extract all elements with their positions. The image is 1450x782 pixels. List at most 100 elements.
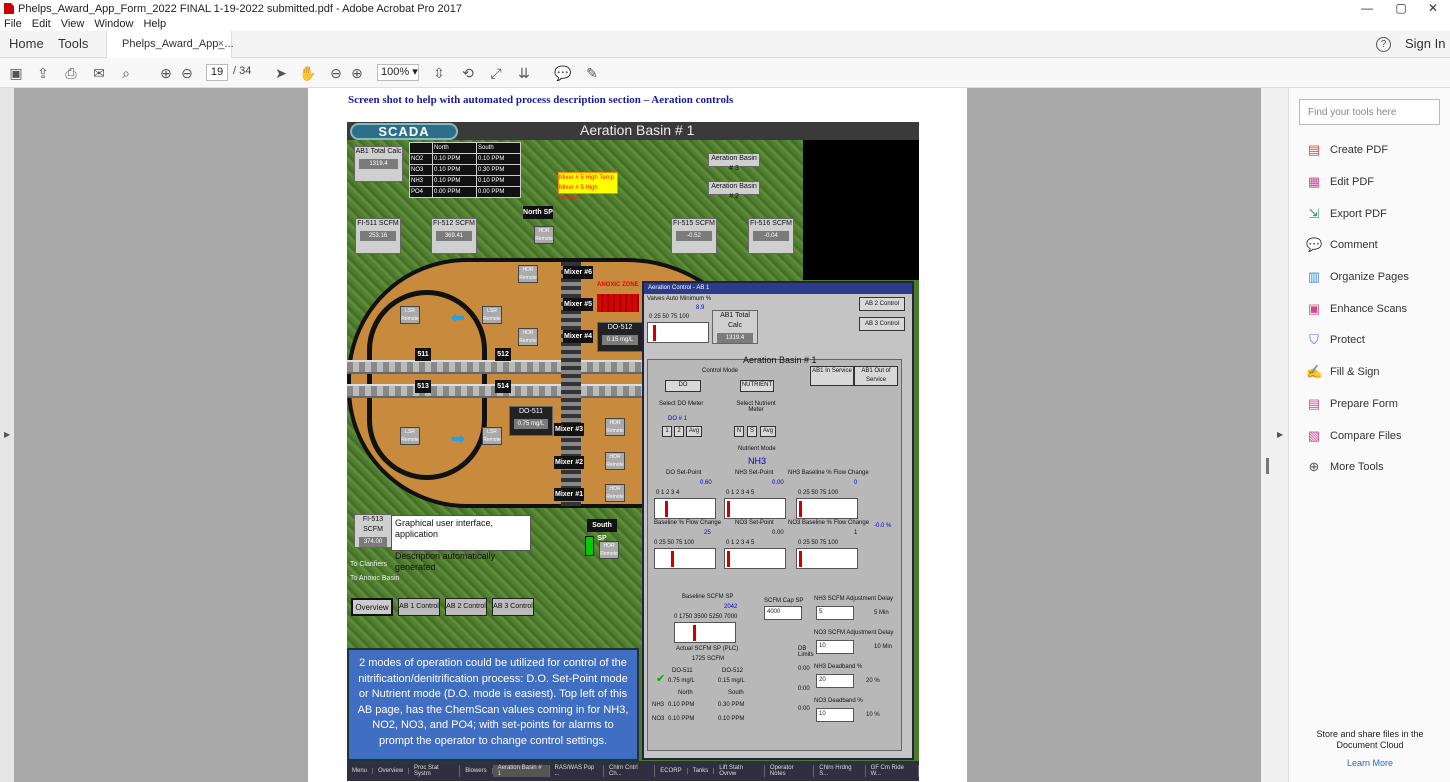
fit-page-icon[interactable]: ⇳ [430,64,448,82]
hor-remote-north[interactable]: HOR Remote [534,226,554,244]
prev-page-icon[interactable]: ⊕ [157,64,175,82]
hor-remote-1[interactable]: HOR Remote [518,265,538,283]
nut-meter-avg[interactable]: Avg [760,426,776,437]
help-icon[interactable]: ? [1376,37,1391,52]
basin3-button[interactable]: Aeration Basin # 3 [708,153,760,172]
tab-tools[interactable]: Tools [58,31,88,57]
out-service-button[interactable]: AB1 Out of Service [854,366,898,386]
mixer-3-label[interactable]: Mixer #3 [554,423,584,436]
document-area[interactable]: Screen shot to help with automated proce… [14,88,1261,782]
ab2-control-button[interactable]: AB 2 Control [859,297,905,311]
find-tools-input[interactable]: Find your tools here [1299,99,1440,125]
no3-sp-gauge[interactable] [724,548,786,569]
baseline-gauge[interactable] [674,622,736,643]
close-tab-icon[interactable]: × [218,31,224,57]
nav-proc-stat[interactable]: Proc Stat Systm [409,765,461,777]
email-icon[interactable]: ✉ [90,64,108,82]
panel-splitter[interactable]: ▶ [1261,88,1288,782]
menu-help[interactable]: Help [143,18,166,30]
tab-document[interactable]: Phelps_Award_App_... × [106,31,234,58]
hor-remote-south[interactable]: HOR Remote [599,541,619,559]
nav-aeration-basin[interactable]: Aeration Basin # 1 [492,765,550,777]
hor-remote-3[interactable]: HOR Remote [605,418,625,436]
menu-edit[interactable]: Edit [32,18,51,30]
tool-export-pdf[interactable]: ⇲ Export PDF [1306,205,1387,223]
hor-remote-5[interactable]: HOR Remote [605,484,625,502]
nut-meter-n[interactable]: N [734,426,744,437]
mixer-6-label[interactable]: Mixer #6 [563,266,593,279]
nh3-delay-input[interactable]: 5 [816,606,854,620]
tool-prepare-form[interactable]: ▤ Prepare Form [1306,395,1398,413]
zoom-select[interactable]: 100% ▾ [377,64,419,81]
splitter-handle[interactable] [1266,458,1269,474]
tab-ab2-control[interactable]: AB 2 Control [445,598,487,616]
do-mode-button[interactable]: DO [665,380,701,392]
zoom-in-icon[interactable]: ⊕ [348,64,366,82]
menu-window[interactable]: Window [94,18,133,30]
maximize-button[interactable]: ▢ [1384,0,1418,17]
upload-icon[interactable]: ⇪ [34,64,52,82]
zoom-out-icon[interactable]: ⊖ [327,64,345,82]
nav-blowers[interactable]: Blowers [460,768,493,774]
do-meter-2[interactable]: 2 [674,426,684,437]
sign-in-link[interactable]: Sign In [1405,36,1445,51]
basin2-button[interactable]: Aeration Basin # 2 [708,181,760,200]
lsr-remote-3[interactable]: LSR Remote [400,427,420,445]
mixer-4-label[interactable]: Mixer #4 [563,330,593,343]
lsr-remote-1[interactable]: LSR Remote [400,306,420,324]
next-page-icon[interactable]: ⊖ [178,64,196,82]
nav-ecorp[interactable]: ECORP [655,768,688,774]
expand-left-icon[interactable]: ▶ [4,430,10,439]
pen-tool-icon[interactable]: ✎ [583,64,601,82]
comment-tool-icon[interactable]: 💬 [554,64,572,82]
menu-file[interactable]: File [4,18,22,30]
nav-chlrn-cntrl[interactable]: Chlrn Cntrl Ch... [604,765,656,777]
mixer-2-label[interactable]: Mixer #2 [554,456,584,469]
valve-513[interactable]: 513 [415,380,431,393]
tool-fill-sign[interactable]: ✍ Fill & Sign [1306,363,1380,381]
menu-view[interactable]: View [61,18,85,30]
in-service-button[interactable]: AB1 In Service [810,366,854,386]
hand-tool-icon[interactable]: ✋ [299,64,317,82]
no3-deadband-input[interactable]: 10 [816,708,854,722]
tab-home[interactable]: Home [9,31,44,57]
nh3-flow-gauge[interactable] [796,498,858,519]
base-flow-gauge[interactable] [654,548,716,569]
mixer-1-label[interactable]: Mixer #1 [554,488,584,501]
tool-create-pdf[interactable]: ▤ Create PDF [1306,141,1388,159]
collapse-right-icon[interactable]: ▶ [1277,430,1283,439]
mixer-5-label[interactable]: Mixer #5 [563,298,593,311]
do-meter-1[interactable]: 1 [662,426,672,437]
nav-ras-was[interactable]: RAS/WAS Pop ... [550,765,604,777]
tab-ab1-control[interactable]: AB 1 Control [398,598,440,616]
nav-operator-notes[interactable]: Operator Notes [765,765,815,777]
nav-gf-cm[interactable]: GF Cm Ride W... [866,765,919,777]
page-number-input[interactable]: 19 [206,64,228,81]
hor-remote-4[interactable]: HOR Remote [605,452,625,470]
rotate-icon[interactable]: ⟲ [459,64,477,82]
mixer-alarm[interactable]: Mixer # 5 High Temp Mixer # 5 High Moist… [558,172,618,201]
lsr-remote-2[interactable]: LSR Remote [482,306,502,324]
select-tool-icon[interactable]: ➤ [272,64,290,82]
no3-flow-gauge[interactable] [796,548,858,569]
tab-ab3-control[interactable]: AB 3 Control [492,598,534,616]
valve-511[interactable]: 511 [415,348,431,361]
tool-more-tools[interactable]: ⊕ More Tools [1306,458,1384,476]
nutrient-mode-button[interactable]: NUTRIENT [740,380,774,392]
tool-enhance-scans[interactable]: ▣ Enhance Scans [1306,300,1407,318]
nav-lift-station[interactable]: Lift Statn Ovrvw [714,765,765,777]
ab3-control-button[interactable]: AB 3 Control [859,317,905,331]
nav-tanks[interactable]: Tanks [688,768,715,774]
tool-edit-pdf[interactable]: ▦ Edit PDF [1306,173,1374,191]
learn-more-link[interactable]: Learn More [1289,758,1450,768]
valve-514[interactable]: 514 [495,380,511,393]
save-icon[interactable]: ▣ [7,64,25,82]
cap-sp-input[interactable]: 4000 [764,606,802,620]
close-window-button[interactable]: ✕ [1416,0,1450,17]
search-icon[interactable]: ⌕ [117,64,135,82]
valve-512[interactable]: 512 [495,348,511,361]
valves-gauge[interactable] [647,322,709,343]
nav-menu[interactable]: Menu [347,768,374,774]
nh3-sp-gauge[interactable] [724,498,786,519]
print-icon[interactable]: ⎙ [62,64,80,82]
